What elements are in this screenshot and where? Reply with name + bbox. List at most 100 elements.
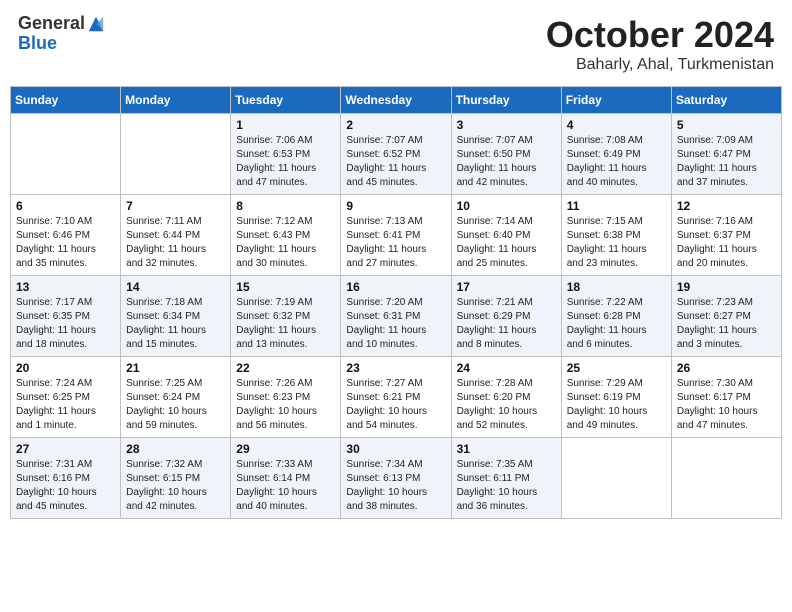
day-detail: Sunrise: 7:27 AM Sunset: 6:21 PM Dayligh… bbox=[346, 377, 445, 433]
day-number: 1 bbox=[236, 118, 335, 132]
calendar-week-row: 13Sunrise: 7:17 AM Sunset: 6:35 PM Dayli… bbox=[11, 276, 782, 357]
day-detail: Sunrise: 7:28 AM Sunset: 6:20 PM Dayligh… bbox=[457, 377, 556, 433]
calendar-cell: 31 Sunrise: 7:35 AM Sunset: 6:11 PM Dayli… bbox=[451, 438, 561, 519]
calendar-cell: 11 Sunrise: 7:15 AM Sunset: 6:38 PM Dayli… bbox=[561, 195, 671, 276]
day-detail: Sunrise: 7:07 AM Sunset: 6:52 PM Dayligh… bbox=[346, 134, 445, 190]
day-number: 6 bbox=[16, 199, 115, 213]
day-detail: Sunrise: 7:15 AM Sunset: 6:38 PM Dayligh… bbox=[567, 215, 666, 271]
day-number: 24 bbox=[457, 361, 556, 375]
day-number: 4 bbox=[567, 118, 666, 132]
day-detail: Sunrise: 7:26 AM Sunset: 6:23 PM Dayligh… bbox=[236, 377, 335, 433]
calendar-cell: 7 Sunrise: 7:11 AM Sunset: 6:44 PM Daylig… bbox=[121, 195, 231, 276]
day-number: 22 bbox=[236, 361, 335, 375]
day-detail: Sunrise: 7:06 AM Sunset: 6:53 PM Dayligh… bbox=[236, 134, 335, 190]
day-number: 12 bbox=[677, 199, 776, 213]
day-detail: Sunrise: 7:17 AM Sunset: 6:35 PM Dayligh… bbox=[16, 296, 115, 352]
calendar-cell: 19Sunrise: 7:23 AM Sunset: 6:27 PM Dayli… bbox=[671, 276, 781, 357]
page-header: General Blue October 2024 Baharly, Ahal,… bbox=[10, 10, 782, 78]
day-detail: Sunrise: 7:20 AM Sunset: 6:31 PM Dayligh… bbox=[346, 296, 445, 352]
day-detail: Sunrise: 7:24 AM Sunset: 6:25 PM Dayligh… bbox=[16, 377, 115, 433]
dow-header: Monday bbox=[121, 87, 231, 114]
logo-general: General bbox=[18, 14, 85, 34]
day-number: 29 bbox=[236, 442, 335, 456]
location-title: Baharly, Ahal, Turkmenistan bbox=[546, 56, 774, 74]
calendar-cell: 12 Sunrise: 7:16 AM Sunset: 6:37 PM Dayli… bbox=[671, 195, 781, 276]
calendar-cell: 13Sunrise: 7:17 AM Sunset: 6:35 PM Dayli… bbox=[11, 276, 121, 357]
day-number: 15 bbox=[236, 280, 335, 294]
day-detail: Sunrise: 7:29 AM Sunset: 6:19 PM Dayligh… bbox=[567, 377, 666, 433]
day-detail: Sunrise: 7:31 AM Sunset: 6:16 PM Dayligh… bbox=[16, 458, 115, 514]
day-number: 28 bbox=[126, 442, 225, 456]
calendar-cell: 2 Sunrise: 7:07 AM Sunset: 6:52 PM Daylig… bbox=[341, 114, 451, 195]
calendar-cell: 17 Sunrise: 7:21 AM Sunset: 6:29 PM Dayli… bbox=[451, 276, 561, 357]
day-detail: Sunrise: 7:35 AM Sunset: 6:11 PM Dayligh… bbox=[457, 458, 556, 514]
day-number: 3 bbox=[457, 118, 556, 132]
calendar-week-row: 6 Sunrise: 7:10 AM Sunset: 6:46 PM Daylig… bbox=[11, 195, 782, 276]
calendar-cell: 9 Sunrise: 7:13 AM Sunset: 6:41 PM Daylig… bbox=[341, 195, 451, 276]
calendar-cell: 16 Sunrise: 7:20 AM Sunset: 6:31 PM Dayli… bbox=[341, 276, 451, 357]
calendar-cell: 6 Sunrise: 7:10 AM Sunset: 6:46 PM Daylig… bbox=[11, 195, 121, 276]
dow-header: Friday bbox=[561, 87, 671, 114]
calendar-cell: 25Sunrise: 7:29 AM Sunset: 6:19 PM Dayli… bbox=[561, 357, 671, 438]
day-number: 11 bbox=[567, 199, 666, 213]
day-detail: Sunrise: 7:14 AM Sunset: 6:40 PM Dayligh… bbox=[457, 215, 556, 271]
title-block: October 2024 Baharly, Ahal, Turkmenistan bbox=[546, 14, 774, 74]
calendar-cell: 10Sunrise: 7:14 AM Sunset: 6:40 PM Dayli… bbox=[451, 195, 561, 276]
day-number: 30 bbox=[346, 442, 445, 456]
day-detail: Sunrise: 7:10 AM Sunset: 6:46 PM Dayligh… bbox=[16, 215, 115, 271]
calendar-cell: 1 Sunrise: 7:06 AM Sunset: 6:53 PM Daylig… bbox=[231, 114, 341, 195]
calendar-cell: 14 Sunrise: 7:18 AM Sunset: 6:34 PM Dayli… bbox=[121, 276, 231, 357]
day-detail: Sunrise: 7:16 AM Sunset: 6:37 PM Dayligh… bbox=[677, 215, 776, 271]
day-of-week-row: SundayMondayTuesdayWednesdayThursdayFrid… bbox=[11, 87, 782, 114]
day-detail: Sunrise: 7:21 AM Sunset: 6:29 PM Dayligh… bbox=[457, 296, 556, 352]
calendar-cell bbox=[671, 438, 781, 519]
calendar-week-row: 1 Sunrise: 7:06 AM Sunset: 6:53 PM Daylig… bbox=[11, 114, 782, 195]
day-detail: Sunrise: 7:32 AM Sunset: 6:15 PM Dayligh… bbox=[126, 458, 225, 514]
day-detail: Sunrise: 7:33 AM Sunset: 6:14 PM Dayligh… bbox=[236, 458, 335, 514]
calendar-week-row: 20 Sunrise: 7:24 AM Sunset: 6:25 PM Dayli… bbox=[11, 357, 782, 438]
calendar-cell: 3Sunrise: 7:07 AM Sunset: 6:50 PM Daylig… bbox=[451, 114, 561, 195]
calendar-table: SundayMondayTuesdayWednesdayThursdayFrid… bbox=[10, 86, 782, 519]
day-detail: Sunrise: 7:11 AM Sunset: 6:44 PM Dayligh… bbox=[126, 215, 225, 271]
day-number: 17 bbox=[457, 280, 556, 294]
day-detail: Sunrise: 7:23 AM Sunset: 6:27 PM Dayligh… bbox=[677, 296, 776, 352]
day-detail: Sunrise: 7:30 AM Sunset: 6:17 PM Dayligh… bbox=[677, 377, 776, 433]
day-number: 8 bbox=[236, 199, 335, 213]
day-number: 14 bbox=[126, 280, 225, 294]
dow-header: Wednesday bbox=[341, 87, 451, 114]
calendar-week-row: 27Sunrise: 7:31 AM Sunset: 6:16 PM Dayli… bbox=[11, 438, 782, 519]
logo-icon bbox=[87, 15, 105, 33]
day-number: 2 bbox=[346, 118, 445, 132]
day-detail: Sunrise: 7:18 AM Sunset: 6:34 PM Dayligh… bbox=[126, 296, 225, 352]
calendar-cell: 21Sunrise: 7:25 AM Sunset: 6:24 PM Dayli… bbox=[121, 357, 231, 438]
calendar-cell: 23 Sunrise: 7:27 AM Sunset: 6:21 PM Dayli… bbox=[341, 357, 451, 438]
month-title: October 2024 bbox=[546, 14, 774, 56]
calendar-cell: 8 Sunrise: 7:12 AM Sunset: 6:43 PM Daylig… bbox=[231, 195, 341, 276]
calendar-cell: 5Sunrise: 7:09 AM Sunset: 6:47 PM Daylig… bbox=[671, 114, 781, 195]
day-number: 7 bbox=[126, 199, 225, 213]
day-detail: Sunrise: 7:22 AM Sunset: 6:28 PM Dayligh… bbox=[567, 296, 666, 352]
day-detail: Sunrise: 7:08 AM Sunset: 6:49 PM Dayligh… bbox=[567, 134, 666, 190]
day-detail: Sunrise: 7:12 AM Sunset: 6:43 PM Dayligh… bbox=[236, 215, 335, 271]
calendar-cell: 4 Sunrise: 7:08 AM Sunset: 6:49 PM Daylig… bbox=[561, 114, 671, 195]
calendar-cell: 29 Sunrise: 7:33 AM Sunset: 6:14 PM Dayli… bbox=[231, 438, 341, 519]
dow-header: Thursday bbox=[451, 87, 561, 114]
day-number: 9 bbox=[346, 199, 445, 213]
calendar-cell: 26Sunrise: 7:30 AM Sunset: 6:17 PM Dayli… bbox=[671, 357, 781, 438]
calendar-cell: 27Sunrise: 7:31 AM Sunset: 6:16 PM Dayli… bbox=[11, 438, 121, 519]
day-number: 16 bbox=[346, 280, 445, 294]
logo-blue: Blue bbox=[18, 34, 105, 54]
day-detail: Sunrise: 7:09 AM Sunset: 6:47 PM Dayligh… bbox=[677, 134, 776, 190]
logo: General Blue bbox=[18, 14, 105, 54]
calendar-cell: 30 Sunrise: 7:34 AM Sunset: 6:13 PM Dayli… bbox=[341, 438, 451, 519]
dow-header: Saturday bbox=[671, 87, 781, 114]
day-detail: Sunrise: 7:34 AM Sunset: 6:13 PM Dayligh… bbox=[346, 458, 445, 514]
day-number: 18 bbox=[567, 280, 666, 294]
day-number: 31 bbox=[457, 442, 556, 456]
day-detail: Sunrise: 7:13 AM Sunset: 6:41 PM Dayligh… bbox=[346, 215, 445, 271]
day-number: 21 bbox=[126, 361, 225, 375]
day-number: 23 bbox=[346, 361, 445, 375]
day-number: 20 bbox=[16, 361, 115, 375]
calendar-cell bbox=[11, 114, 121, 195]
calendar-cell: 18 Sunrise: 7:22 AM Sunset: 6:28 PM Dayli… bbox=[561, 276, 671, 357]
